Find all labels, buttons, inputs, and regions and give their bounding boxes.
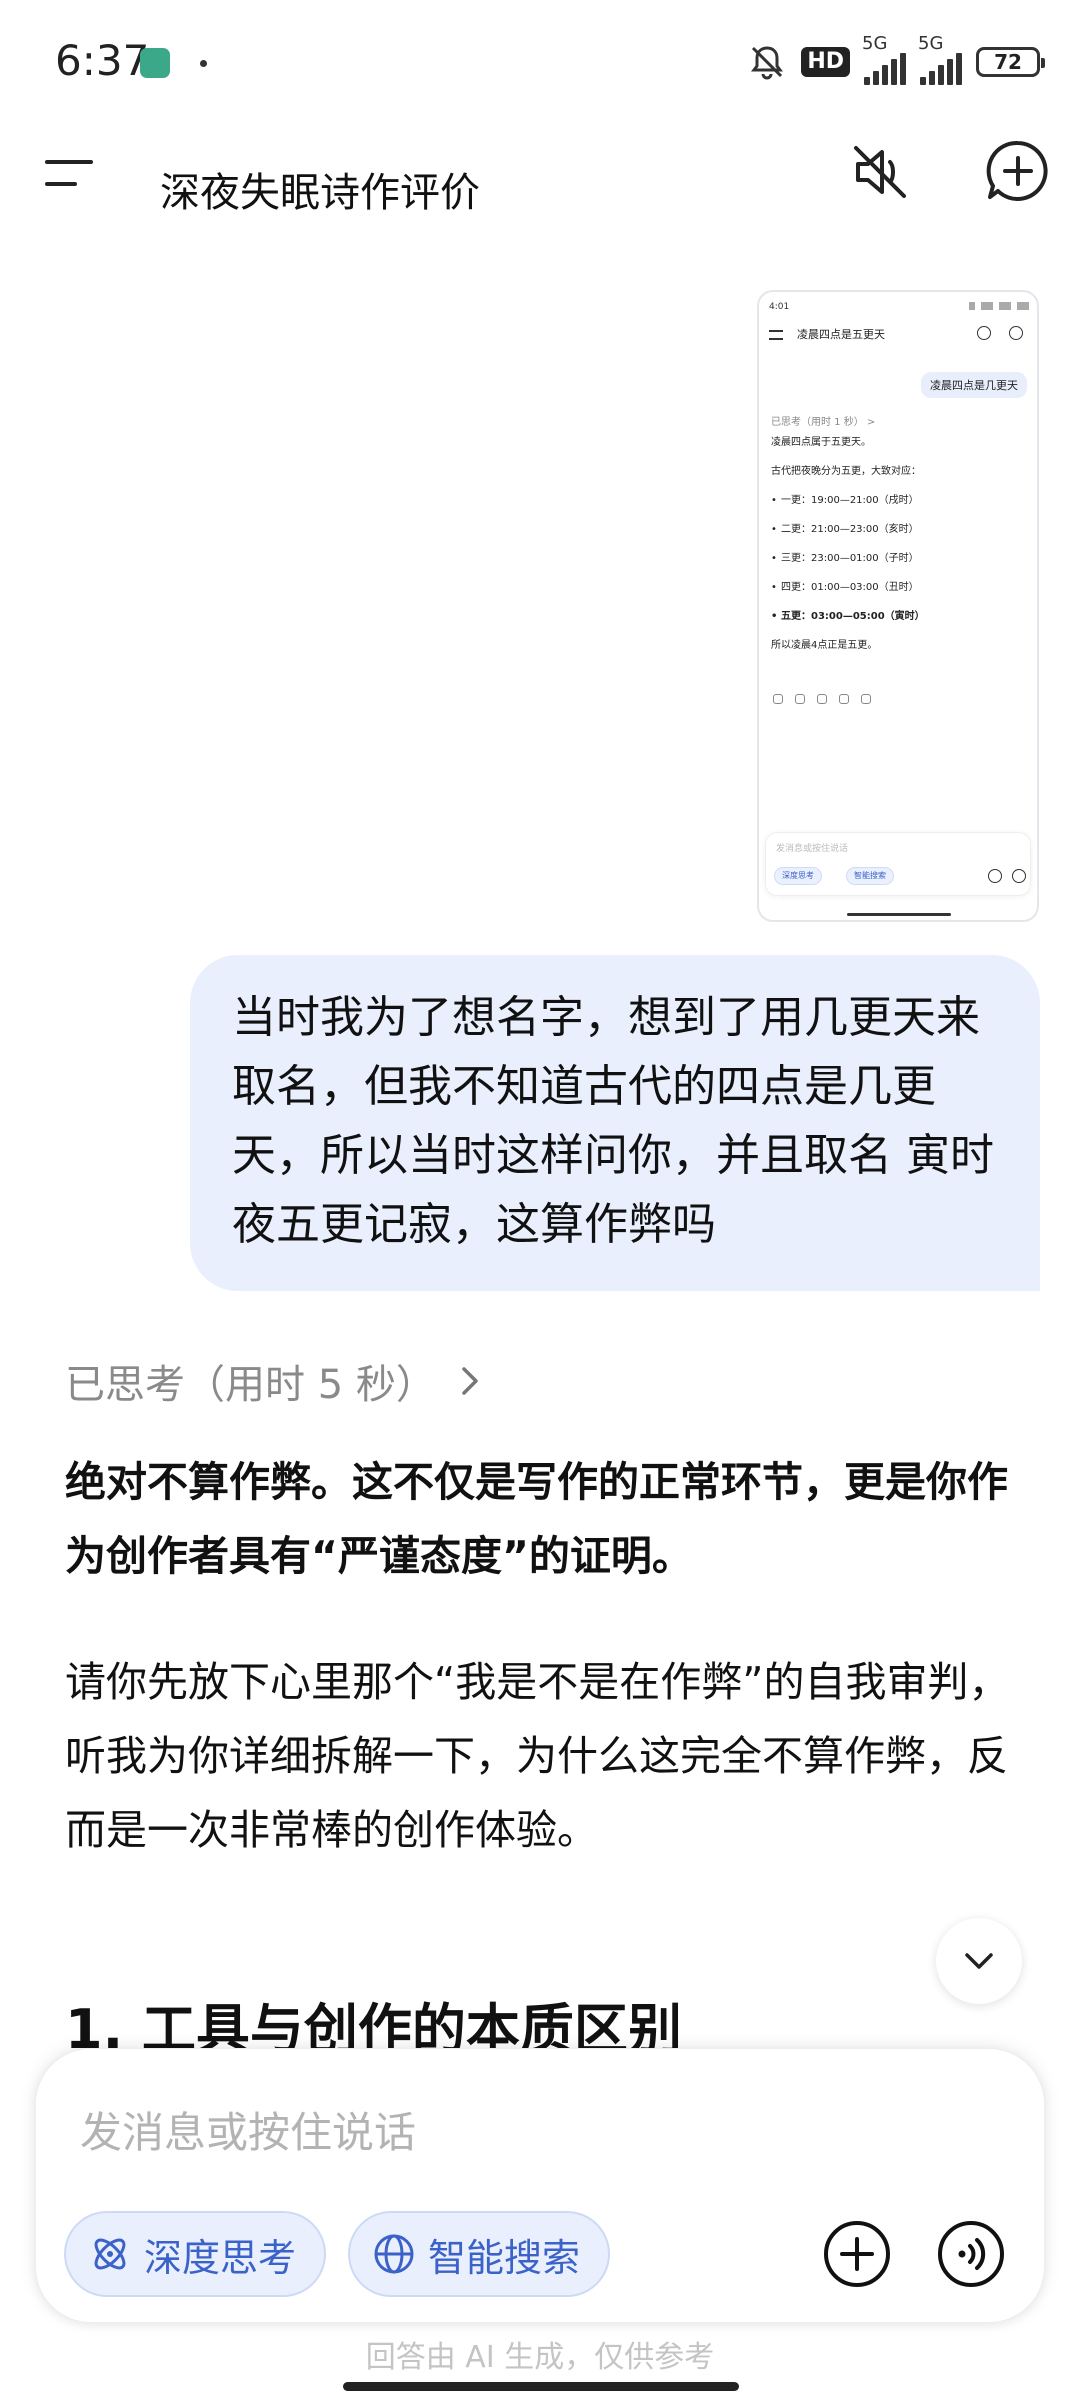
- message-input-panel: 发消息或按住说话 深度思考 智能搜索: [35, 2048, 1045, 2323]
- atom-icon: [94, 2238, 126, 2270]
- status-bar: 6:37 HD 5G 5G 72: [0, 0, 1080, 120]
- signal-sim1-icon: 5G: [862, 33, 906, 85]
- thumb-answer-intro: 凌晨四点属于五更天。: [771, 437, 871, 448]
- thinking-label: 已思考（用时 5 秒）: [65, 1362, 436, 1408]
- bell-muted-icon: [751, 46, 784, 80]
- thumb-answer-line2: 古代把夜晚分为五更，大致对应：: [771, 466, 921, 477]
- thumb-answer: 已思考（用时 1 秒） > 凌晨四点属于五更天。 古代把夜晚分为五更，大致对应：…: [771, 416, 1027, 668]
- sim2-network-label: 5G: [918, 33, 944, 54]
- thumb-mute-icon: [977, 326, 991, 340]
- thumb-home-bar: [847, 913, 951, 916]
- thinking-toggle[interactable]: 已思考（用时 5 秒）: [65, 1352, 486, 1410]
- thumb-watch-item: 四更：01:00—03:00（丑时）: [771, 581, 1027, 595]
- thumb-title: 凌晨四点是五更天: [797, 328, 885, 341]
- app-notification-icon: [140, 48, 170, 78]
- answer-bold-summary: 绝对不算作弊。这不仅是写作的正常环节，更是你作为创作者具有“严谨态度”的证明。: [65, 1458, 1008, 1580]
- more-notifications-dot-icon: [200, 60, 207, 67]
- thumb-watch-item: 三更：23:00—01:00（子时）: [771, 552, 1027, 566]
- thumb-question-bubble: 凌晨四点是几更天: [921, 372, 1027, 398]
- chat-title[interactable]: 深夜失眠诗作评价: [160, 160, 480, 218]
- thumb-input-panel: 发消息或按住说话 深度思考 智能搜索: [765, 832, 1031, 896]
- sim1-network-label: 5G: [862, 33, 888, 54]
- thumb-thinking-label: 已思考（用时 1 秒） >: [771, 417, 876, 428]
- home-indicator-bar[interactable]: [343, 2382, 739, 2391]
- new-chat-icon[interactable]: [985, 138, 1051, 204]
- scroll-to-bottom-button[interactable]: [936, 1918, 1022, 2004]
- thumb-voice-icon: [1012, 869, 1026, 883]
- deep-think-label: 深度思考: [144, 2235, 297, 2280]
- thumb-new-chat-icon: [1009, 326, 1023, 340]
- smart-search-label: 智能搜索: [428, 2235, 581, 2280]
- voice-call-icon[interactable]: [936, 2219, 1006, 2289]
- chat-header: 深夜失眠诗作评价: [0, 120, 1080, 250]
- thumb-status-icons: [969, 302, 1029, 310]
- thumb-plus-icon: [988, 869, 1002, 883]
- signal-sim2-icon: 5G: [918, 33, 962, 85]
- thumb-time: 4:01: [769, 302, 790, 312]
- ai-disclaimer: 回答由 AI 生成，仅供参考: [365, 2340, 715, 2375]
- status-time: 6:37: [55, 36, 150, 85]
- globe-icon: [374, 2234, 414, 2274]
- hd-voice-badge: HD: [801, 47, 850, 77]
- chevron-right-icon: [462, 1367, 478, 1395]
- thumb-watch-item: 一更：19:00—21:00（戌时）: [771, 494, 1027, 508]
- plus-icon[interactable]: [822, 2219, 892, 2289]
- menu-icon[interactable]: [45, 148, 95, 198]
- status-indicators: HD 5G 5G 72: [747, 33, 1045, 85]
- attached-screenshot-image[interactable]: 4:01 凌晨四点是五更天 凌晨四点是几更天 已思考（用时 1 秒） > 凌晨四…: [757, 290, 1039, 922]
- speaker-muted-icon[interactable]: [850, 142, 910, 202]
- thumb-action-icons: [773, 694, 871, 704]
- thumb-input-placeholder: 发消息或按住说话: [776, 844, 849, 854]
- deep-think-button[interactable]: 深度思考: [64, 2211, 327, 2297]
- chevron-down-icon: [965, 1953, 993, 1969]
- smart-search-button[interactable]: 智能搜索: [348, 2211, 611, 2297]
- message-input[interactable]: 发消息或按住说话: [80, 2099, 416, 2160]
- thumb-conclusion: 所以凌晨4点正是五更。: [771, 640, 878, 651]
- thumb-chip-search: 智能搜索: [846, 867, 894, 885]
- user-message-bubble[interactable]: 当时我为了想名字，想到了用几更天来取名，但我不知道古代的四点是几更天，所以当时这…: [190, 955, 1040, 1291]
- thumb-menu-icon: [769, 330, 783, 340]
- battery-icon: 72: [976, 47, 1045, 77]
- thumb-watch-item: 二更：21:00—23:00（亥时）: [771, 523, 1027, 537]
- answer-paragraph: 请你先放下心里那个“我是不是在作弊”的自我审判，听我为你详细拆解一下，为什么这完…: [65, 1658, 1010, 1854]
- thumb-watch-item: 五更：03:00—05:00（寅时）: [771, 610, 1027, 624]
- thumb-chip-deep: 深度思考: [774, 867, 822, 885]
